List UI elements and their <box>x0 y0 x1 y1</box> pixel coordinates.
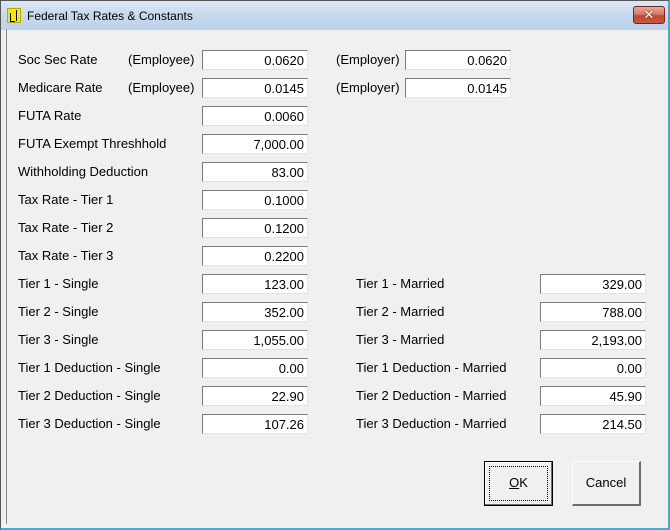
tier2-deduction-married-label: Tier 2 Deduction - Married <box>356 388 507 403</box>
futa-exempt-threshold-label: FUTA Exempt Threshhold <box>18 136 167 151</box>
tier3-deduction-single-label: Tier 3 Deduction - Single <box>18 416 161 431</box>
soc-sec-employee-field[interactable] <box>202 50 308 70</box>
tier1-single-label: Tier 1 - Single <box>18 276 99 291</box>
ok-button[interactable]: OK <box>484 461 553 506</box>
medicare-employer-label: (Employer) <box>336 80 400 95</box>
medicare-employer-field[interactable] <box>405 78 511 98</box>
tier1-deduction-married-label: Tier 1 Deduction - Married <box>356 360 507 375</box>
focus-rectangle <box>489 466 548 501</box>
tier1-married-label: Tier 1 - Married <box>356 276 445 291</box>
tier2-single-label: Tier 2 - Single <box>18 304 99 319</box>
soc-sec-rate-label: Soc Sec Rate <box>18 52 98 67</box>
medicare-rate-label: Medicare Rate <box>18 80 103 95</box>
tax-rate-tier1-field[interactable] <box>202 190 308 210</box>
tier2-deduction-single-field[interactable] <box>202 386 308 406</box>
title-bar[interactable]: Federal Tax Rates & Constants ✕ <box>1 1 668 30</box>
futa-rate-field[interactable] <box>202 106 308 126</box>
tier1-deduction-single-label: Tier 1 Deduction - Single <box>18 360 161 375</box>
tax-rate-tier3-field[interactable] <box>202 246 308 266</box>
tier3-deduction-married-field[interactable] <box>540 414 646 434</box>
tier3-deduction-married-label: Tier 3 Deduction - Married <box>356 416 507 431</box>
futa-exempt-threshold-field[interactable] <box>202 134 308 154</box>
withholding-deduction-field[interactable] <box>202 162 308 182</box>
tier3-single-field[interactable] <box>202 330 308 350</box>
tier2-married-label: Tier 2 - Married <box>356 304 445 319</box>
tax-rate-tier3-label: Tax Rate - Tier 3 <box>18 248 114 263</box>
cancel-button[interactable]: Cancel <box>572 461 641 506</box>
tier2-single-field[interactable] <box>202 302 308 322</box>
tier1-single-field[interactable] <box>202 274 308 294</box>
tier3-married-field[interactable] <box>540 330 646 350</box>
tier2-deduction-single-label: Tier 2 Deduction - Single <box>18 388 161 403</box>
tier2-deduction-married-field[interactable] <box>540 386 646 406</box>
left-frame-edge <box>6 29 7 524</box>
tier1-deduction-married-field[interactable] <box>540 358 646 378</box>
tax-rate-tier2-field[interactable] <box>202 218 308 238</box>
tier3-single-label: Tier 3 - Single <box>18 332 99 347</box>
tax-rate-tier1-label: Tax Rate - Tier 1 <box>18 192 114 207</box>
medicare-employee-field[interactable] <box>202 78 308 98</box>
tier1-deduction-single-field[interactable] <box>202 358 308 378</box>
window-title: Federal Tax Rates & Constants <box>27 9 193 23</box>
tier3-married-label: Tier 3 - Married <box>356 332 445 347</box>
tier2-married-field[interactable] <box>540 302 646 322</box>
tier1-married-field[interactable] <box>540 274 646 294</box>
tax-rate-tier2-label: Tax Rate - Tier 2 <box>18 220 114 235</box>
withholding-deduction-label: Withholding Deduction <box>18 164 149 179</box>
tier3-deduction-single-field[interactable] <box>202 414 308 434</box>
close-button[interactable]: ✕ <box>633 6 665 24</box>
close-icon: ✕ <box>643 7 655 22</box>
soc-sec-employee-label: (Employee) <box>128 52 195 67</box>
app-ledger-icon <box>7 8 21 23</box>
medicare-employee-label: (Employee) <box>128 80 195 95</box>
soc-sec-employer-label: (Employer) <box>336 52 400 67</box>
futa-rate-label: FUTA Rate <box>18 108 82 123</box>
soc-sec-employer-field[interactable] <box>405 50 511 70</box>
